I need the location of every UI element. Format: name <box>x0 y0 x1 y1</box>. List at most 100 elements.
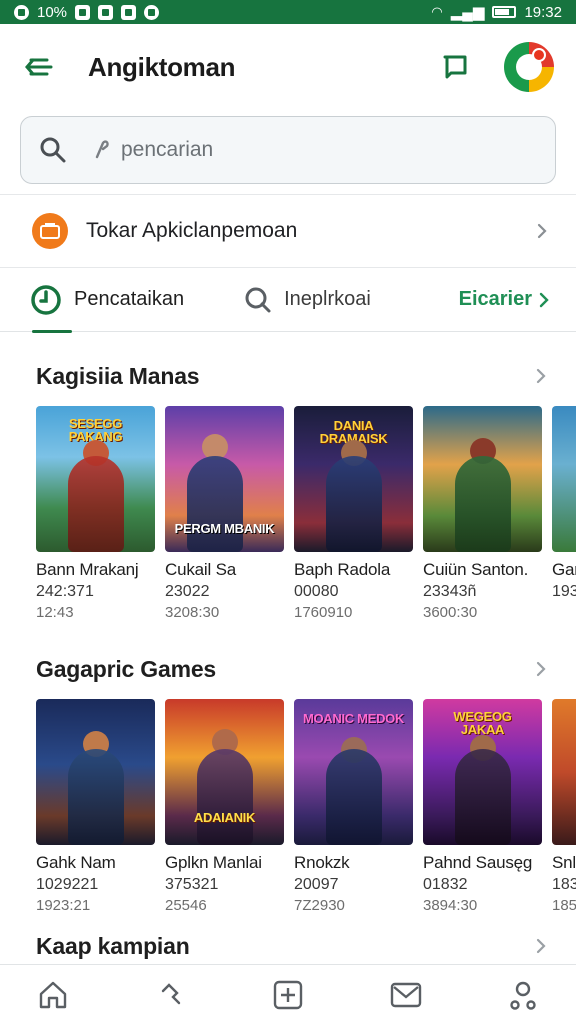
game-thumbnail <box>552 406 576 552</box>
game-title: Pahnd Sausęg <box>423 853 533 872</box>
game-meta: 1923:21 <box>36 897 91 914</box>
status-bar: 10% ◠ ▂▄▆ 19:32 <box>0 0 576 24</box>
game-title: Bann Mrakanj <box>36 560 139 579</box>
game-logo-text: MOANIC MEDOK <box>302 711 405 726</box>
game-meta: 3208:30 <box>165 604 220 621</box>
game-title: Cukail Sa <box>165 560 236 579</box>
tab-label: Pencataikan <box>74 288 185 310</box>
app-notification-icon <box>75 4 91 20</box>
search-bar[interactable] <box>20 116 556 184</box>
game-card[interactable]: MOANIC MEDOK Rnokzk 20097 7Z2930 <box>294 699 413 914</box>
chevron-right-icon <box>536 368 546 384</box>
game-stat: 01832 <box>423 876 468 893</box>
game-card[interactable]: Gahk Nam 1029221 1923:21 <box>36 699 155 914</box>
game-stat: 242:371 <box>36 583 94 600</box>
game-card[interactable]: Cuiün Santon. 23343ñ 3600:30 <box>423 406 542 621</box>
status-left: 10% <box>14 4 160 21</box>
menu-back-icon[interactable] <box>24 52 54 82</box>
game-card[interactable]: SESEGG PAKANG Bann Mrakanj 242:371 12:43 <box>36 406 155 621</box>
game-thumbnail: SESEGG PAKANG <box>36 406 155 552</box>
game-title: Rnokzk <box>294 853 350 872</box>
game-title: Snl <box>552 853 576 872</box>
section-header[interactable]: Kagisiia Manas <box>36 358 576 394</box>
search-input[interactable] <box>121 138 537 162</box>
game-meta: 12:43 <box>36 604 74 621</box>
voice-icon[interactable] <box>91 139 111 161</box>
card-row: Gahk Nam 1029221 1923:21 ADAIANIK Gplkn … <box>36 699 576 914</box>
cart-icon[interactable] <box>438 50 472 84</box>
section-kagisiia-manas: Kagisiia Manas SESEGG PAKANG Bann Mrakan… <box>0 358 576 621</box>
tab-label: Eicarier <box>458 288 532 310</box>
status-time: 19:32 <box>524 3 562 21</box>
section-header[interactable]: Kaap kampian <box>36 928 576 964</box>
chevron-right-icon <box>536 938 546 954</box>
search-icon <box>245 287 271 312</box>
store-label: Tokar Apkiclanpemoan <box>86 219 298 242</box>
chevron-right-icon <box>539 292 549 307</box>
section-header[interactable]: Gagapric Games <box>36 651 576 687</box>
game-card[interactable]: DANIA DRAMAISK Baph Radola 00080 1760910 <box>294 406 413 621</box>
game-meta: 3894:30 <box>423 897 478 914</box>
chevron-right-icon <box>536 661 546 677</box>
notification-icon <box>14 4 29 20</box>
profile-icon[interactable] <box>506 978 540 1012</box>
game-thumbnail: WEGEOG JAKAA <box>423 699 542 845</box>
tab-pencataikan[interactable]: Pencataikan <box>30 268 185 333</box>
game-meta: 1760910 <box>294 604 353 621</box>
game-card[interactable]: WEGEOG JAKAA Pahnd Sausęg 01832 3894:30 <box>423 699 542 914</box>
explore-icon[interactable] <box>154 978 188 1012</box>
game-logo-text: ADAIANIK <box>193 810 256 825</box>
game-title: Baph Radola <box>294 560 391 579</box>
chevron-right-icon <box>537 223 547 239</box>
page-title: Angiktoman <box>88 51 236 82</box>
store-icon <box>32 213 68 249</box>
game-card[interactable]: Snl 183 185 <box>552 699 576 914</box>
clock-icon <box>31 284 61 315</box>
chat-notification-icon <box>144 4 160 20</box>
game-meta: 3600:30 <box>423 604 478 621</box>
game-card[interactable]: ADAIANIK Gplkn Manlai 375321 25546 <box>165 699 284 914</box>
bottom-nav <box>0 964 576 1024</box>
game-card[interactable]: PERGM MBANIK Cukail Sa 23022 3208:30 <box>165 406 284 621</box>
game-thumbnail: ADAIANIK <box>165 699 284 845</box>
game-stat: 23022 <box>165 583 210 600</box>
game-thumbnail: DANIA DRAMAISK <box>294 406 413 552</box>
wifi-icon: ◠ <box>431 4 443 19</box>
section-title: Kagisiia Manas <box>36 362 200 389</box>
notification-badge <box>532 48 546 62</box>
section-title: Kaap kampian <box>36 932 190 959</box>
game-title: Gan <box>552 560 576 579</box>
tab-eicarier[interactable]: Eicarier <box>459 288 550 311</box>
file-notification-icon <box>121 4 137 20</box>
game-card[interactable]: Gan 193 <box>552 406 576 621</box>
game-thumbnail <box>36 699 155 845</box>
game-logo-text: PERGM MBANIK <box>174 521 275 536</box>
game-thumbnail: MOANIC MEDOK <box>294 699 413 845</box>
game-meta: 185 <box>552 897 576 914</box>
tab-label: Ineplrkoai <box>284 288 371 310</box>
signal-icon: ▂▄▆ <box>450 4 485 21</box>
game-stat: 193 <box>552 583 576 600</box>
game-meta: 7Z2930 <box>294 897 345 914</box>
home-icon[interactable] <box>36 978 70 1012</box>
game-stat: 20097 <box>294 876 339 893</box>
search-container <box>0 110 576 184</box>
app-store-row[interactable]: Tokar Apkiclanpemoan <box>0 194 576 268</box>
game-stat: 375321 <box>165 876 219 893</box>
game-title: Cuiün Santon. <box>423 560 529 579</box>
battery-icon <box>492 6 517 18</box>
game-thumbnail <box>552 699 576 845</box>
game-thumbnail <box>423 406 542 552</box>
section-title: Gagapric Games <box>36 655 217 682</box>
messages-icon[interactable] <box>389 978 423 1012</box>
game-meta: 25546 <box>165 897 207 914</box>
avatar[interactable] <box>504 42 554 92</box>
game-stat: 00080 <box>294 583 339 600</box>
add-icon[interactable] <box>271 978 305 1012</box>
section-kaap-kampian: Kaap kampian <box>0 928 576 964</box>
card-row: SESEGG PAKANG Bann Mrakanj 242:371 12:43… <box>36 406 576 621</box>
tab-ineplrkoai[interactable]: Ineplrkoai <box>244 286 371 314</box>
photo-notification-icon <box>98 4 114 20</box>
tab-bar: Pencataikan Ineplrkoai Eicarier <box>0 268 576 333</box>
game-stat: 183 <box>552 876 576 893</box>
